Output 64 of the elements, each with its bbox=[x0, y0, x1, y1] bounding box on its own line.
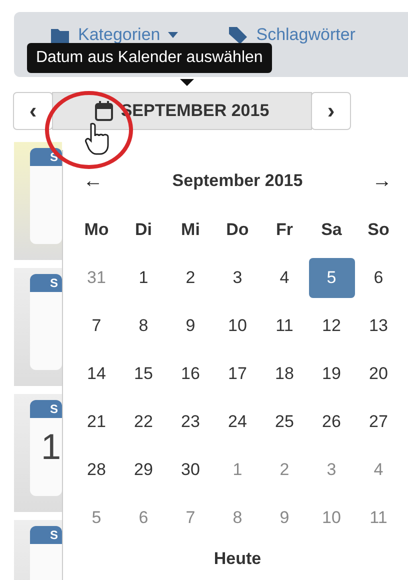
day-cell[interactable]: 4 bbox=[356, 450, 402, 490]
card-header: S bbox=[30, 274, 62, 292]
day-cell[interactable]: 12 bbox=[308, 306, 354, 346]
day-cell[interactable]: 27 bbox=[356, 402, 402, 442]
day-cell[interactable]: 15 bbox=[120, 354, 166, 394]
day-cell[interactable]: 7 bbox=[74, 306, 120, 346]
today-button[interactable]: Heute bbox=[73, 548, 402, 570]
weekday-label: So bbox=[368, 220, 390, 240]
day-cell[interactable]: 5 bbox=[308, 258, 354, 298]
day-cell[interactable]: 19 bbox=[308, 354, 354, 394]
day-cell[interactable]: 9 bbox=[168, 306, 214, 346]
card-header: S bbox=[30, 400, 62, 418]
day-cell[interactable]: 26 bbox=[308, 402, 354, 442]
day-card[interactable]: S bbox=[14, 520, 62, 580]
day-cell[interactable]: 16 bbox=[168, 354, 214, 394]
day-cell[interactable]: 14 bbox=[74, 354, 120, 394]
day-cell[interactable]: 3 bbox=[308, 450, 354, 490]
previous-month-button[interactable]: ‹ bbox=[13, 92, 53, 130]
next-month-button[interactable]: › bbox=[311, 92, 351, 130]
tooltip: Datum aus Kalender auswählen bbox=[27, 43, 272, 73]
day-cell[interactable]: 22 bbox=[120, 402, 166, 442]
day-cell[interactable]: 29 bbox=[120, 450, 166, 490]
day-cell[interactable]: 28 bbox=[74, 450, 120, 490]
day-cell[interactable]: 8 bbox=[214, 498, 260, 538]
weekday-label: Fr bbox=[276, 220, 293, 240]
day-cell[interactable]: 6 bbox=[120, 498, 166, 538]
day-cell[interactable]: 25 bbox=[262, 402, 308, 442]
day-cell[interactable]: 17 bbox=[214, 354, 260, 394]
day-cell[interactable]: 5 bbox=[74, 498, 120, 538]
weekday-label: Sa bbox=[321, 220, 342, 240]
day-cell[interactable]: 8 bbox=[120, 306, 166, 346]
weekday-label: Mo bbox=[84, 220, 109, 240]
day-cell[interactable]: 4 bbox=[262, 258, 308, 298]
day-card[interactable]: S 1 bbox=[14, 394, 62, 512]
day-cell[interactable]: 21 bbox=[74, 402, 120, 442]
day-cell[interactable]: 10 bbox=[308, 498, 354, 538]
next-month-arrow[interactable]: → bbox=[362, 170, 402, 192]
day-cell[interactable]: 31 bbox=[74, 258, 120, 298]
day-card[interactable]: S bbox=[14, 268, 62, 386]
day-cell[interactable]: 1 bbox=[120, 258, 166, 298]
card-header: S bbox=[30, 526, 62, 544]
day-cell[interactable]: 24 bbox=[214, 402, 260, 442]
card-number: 1 bbox=[40, 425, 62, 468]
day-cell[interactable]: 6 bbox=[356, 258, 402, 298]
previous-month-arrow[interactable]: ← bbox=[73, 170, 113, 192]
day-cell[interactable]: 9 bbox=[262, 498, 308, 538]
day-cell[interactable]: 13 bbox=[356, 306, 402, 346]
weekday-label: Mi bbox=[181, 220, 200, 240]
day-cell[interactable]: 3 bbox=[214, 258, 260, 298]
day-cell[interactable]: 18 bbox=[262, 354, 308, 394]
day-cell[interactable]: 7 bbox=[168, 498, 214, 538]
calendar-icon bbox=[94, 101, 113, 121]
day-cell[interactable]: 1 bbox=[214, 450, 260, 490]
weekday-label: Di bbox=[135, 220, 152, 240]
day-cell[interactable]: 11 bbox=[262, 306, 308, 346]
day-cell[interactable]: 2 bbox=[168, 258, 214, 298]
day-cell[interactable]: 11 bbox=[356, 498, 402, 538]
day-cell[interactable]: 10 bbox=[214, 306, 260, 346]
day-cell[interactable]: 23 bbox=[168, 402, 214, 442]
day-cell[interactable]: 20 bbox=[356, 354, 402, 394]
weekday-label: Do bbox=[226, 220, 249, 240]
day-cell[interactable]: 30 bbox=[168, 450, 214, 490]
day-cell[interactable]: 2 bbox=[262, 450, 308, 490]
calendar-title[interactable]: September 2015 bbox=[172, 171, 303, 191]
